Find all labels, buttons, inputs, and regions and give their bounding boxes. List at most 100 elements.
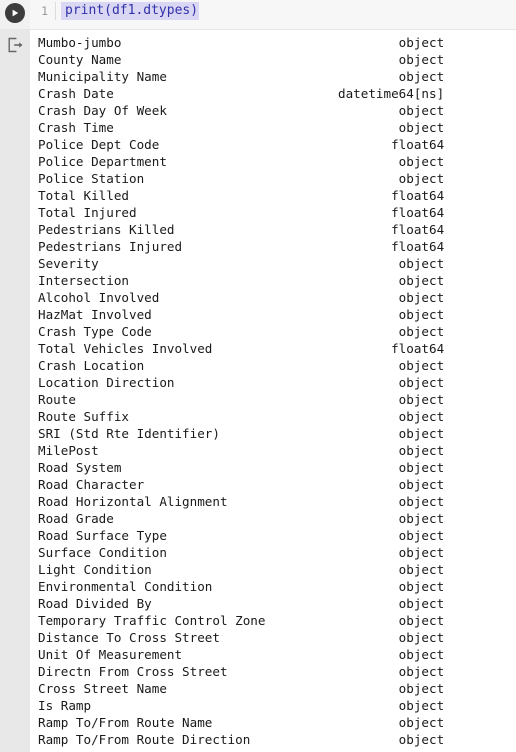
table-row: Surface Condition object: [37, 544, 445, 561]
column-name-cell: Alcohol Involved: [38, 290, 160, 305]
table-row: Light Condition object: [37, 561, 445, 578]
code-line-text[interactable]: print(df1.dtypes): [61, 2, 200, 20]
code-editor[interactable]: 1 print(df1.dtypes): [30, 0, 516, 29]
table-row: Road Character object: [37, 476, 445, 493]
table-row: Unit Of Measurement object: [37, 646, 445, 663]
column-name-cell: Distance To Cross Street: [38, 630, 220, 645]
column-name-cell: Crash Time: [38, 120, 114, 135]
column-name-cell: Road System: [38, 460, 122, 475]
table-row: Crash Date datetime64[ns]: [37, 85, 445, 102]
table-row: Ramp To/From Route Name object: [37, 714, 445, 731]
column-dtype-cell: object: [398, 154, 445, 169]
column-dtype-cell: object: [398, 579, 445, 594]
table-row: Crash Time object: [37, 119, 445, 136]
column-dtype-cell: object: [398, 409, 445, 424]
column-name-cell: Ramp To/From Route Name: [38, 715, 213, 730]
column-name-cell: Unit Of Measurement: [38, 647, 183, 662]
table-row: Environmental Condition object: [37, 578, 445, 595]
column-dtype-cell: object: [398, 392, 445, 407]
column-name-cell: Police Dept Code: [38, 137, 160, 152]
table-row: Road Grade object: [37, 510, 445, 527]
column-dtype-cell: object: [398, 630, 445, 645]
column-dtype-cell: float64: [391, 137, 445, 152]
column-dtype-cell: object: [398, 596, 445, 611]
column-name-cell: Crash Day Of Week: [38, 103, 167, 118]
column-name-cell: MilePost: [38, 443, 99, 458]
code-line-number: 1: [30, 2, 56, 20]
column-name-cell: Road Grade: [38, 511, 114, 526]
table-row: MilePost object: [37, 442, 445, 459]
column-dtype-cell: object: [398, 562, 445, 577]
column-dtype-cell: object: [398, 528, 445, 543]
column-dtype-cell: object: [398, 511, 445, 526]
column-name-cell: Total Vehicles Involved: [38, 341, 213, 356]
column-dtype-cell: object: [398, 324, 445, 339]
column-name-cell: Severity: [38, 256, 99, 271]
table-row: Temporary Traffic Control Zone object: [37, 612, 445, 629]
table-row: Route Suffix object: [37, 408, 445, 425]
column-dtype-cell: object: [398, 681, 445, 696]
table-row: Distance To Cross Street object: [37, 629, 445, 646]
table-row: HazMat Involved object: [37, 306, 445, 323]
column-dtype-cell: object: [398, 698, 445, 713]
output-export-icon[interactable]: [6, 36, 24, 54]
column-name-cell: Road Surface Type: [38, 528, 167, 543]
column-name-cell: Environmental Condition: [38, 579, 213, 594]
column-name-cell: Road Horizontal Alignment: [38, 494, 228, 509]
column-name-cell: Pedestrians Killed: [38, 222, 175, 237]
column-dtype-cell: object: [398, 120, 445, 135]
table-row: Severity object: [37, 255, 445, 272]
table-row: Police Station object: [37, 170, 445, 187]
dtypes-table: Mumbo-jumbo object County Name object Munici…: [37, 34, 445, 748]
column-name-cell: Municipality Name: [38, 69, 167, 84]
table-row: Road Horizontal Alignment object: [37, 493, 445, 510]
column-dtype-cell: object: [398, 460, 445, 475]
column-dtype-cell: object: [398, 545, 445, 560]
table-row: Municipality Name object: [37, 68, 445, 85]
column-name-cell: Police Department: [38, 154, 167, 169]
table-row: Crash Location object: [37, 357, 445, 374]
table-row: Road System object: [37, 459, 445, 476]
column-dtype-cell: object: [398, 732, 445, 747]
column-dtype-cell: float64: [391, 239, 445, 254]
code-cell-gutter: [0, 0, 30, 29]
table-row: Intersection object: [37, 272, 445, 289]
column-dtype-cell: object: [398, 647, 445, 662]
column-name-cell: Crash Location: [38, 358, 145, 373]
column-dtype-cell: object: [398, 358, 445, 373]
column-name-cell: Pedestrians Injured: [38, 239, 183, 254]
column-dtype-cell: object: [398, 103, 445, 118]
table-row: Police Department object: [37, 153, 445, 170]
column-dtype-cell: object: [398, 443, 445, 458]
run-cell-button[interactable]: [5, 3, 25, 23]
notebook-cell-container: 1 print(df1.dtypes) Mumbo-jumbo object Cou…: [0, 0, 516, 752]
table-row: Total Injured float64: [37, 204, 445, 221]
column-name-cell: Road Character: [38, 477, 145, 492]
table-row: Police Dept Code float64: [37, 136, 445, 153]
column-dtype-cell: float64: [391, 188, 445, 203]
column-name-cell: Crash Type Code: [38, 324, 152, 339]
column-dtype-cell: object: [398, 35, 445, 50]
table-row: Location Direction object: [37, 374, 445, 391]
column-dtype-cell: float64: [391, 222, 445, 237]
play-icon: [12, 9, 19, 17]
column-dtype-cell: object: [398, 426, 445, 441]
table-row: County Name object: [37, 51, 445, 68]
column-name-cell: SRI (Std Rte Identifier): [38, 426, 220, 441]
code-cell[interactable]: 1 print(df1.dtypes): [0, 0, 516, 30]
table-row: Total Killed float64: [37, 187, 445, 204]
column-name-cell: Ramp To/From Route Direction: [38, 732, 251, 747]
column-name-cell: Directn From Cross Street: [38, 664, 228, 679]
table-row: Pedestrians Injured float64: [37, 238, 445, 255]
column-name-cell: Cross Street Name: [38, 681, 167, 696]
column-dtype-cell: object: [398, 715, 445, 730]
table-row: Road Divided By object: [37, 595, 445, 612]
table-row: Ramp To/From Route Direction object: [37, 731, 445, 748]
column-dtype-cell: object: [398, 375, 445, 390]
column-name-cell: Route: [38, 392, 76, 407]
column-name-cell: Intersection: [38, 273, 129, 288]
column-name-cell: County Name: [38, 52, 122, 67]
output-cell: Mumbo-jumbo object County Name object Munici…: [0, 30, 516, 752]
column-name-cell: Mumbo-jumbo: [38, 35, 122, 50]
column-dtype-cell: object: [398, 171, 445, 186]
